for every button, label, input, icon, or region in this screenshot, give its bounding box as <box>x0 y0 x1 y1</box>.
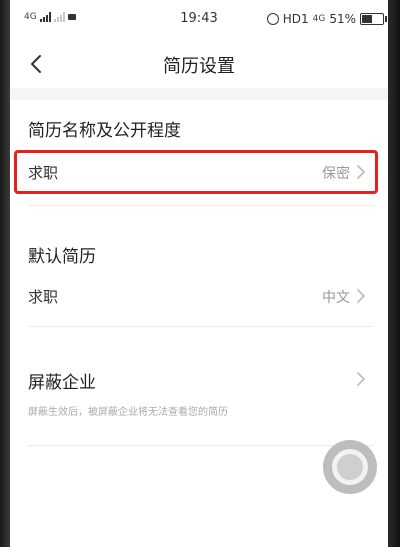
chevron-right-icon <box>357 372 365 386</box>
section-title-block-company: 屏蔽企业 <box>28 373 96 393</box>
hd-label: HD1 <box>282 12 309 26</box>
section-title-name-privacy: 简历名称及公开程度 <box>28 121 181 141</box>
floating-button-ring-icon <box>332 449 368 485</box>
row-label: 求职 <box>28 164 59 182</box>
section-gap <box>10 88 388 100</box>
row-value: 中文 <box>322 290 350 306</box>
divider <box>28 326 374 327</box>
chevron-right-icon <box>357 289 365 303</box>
net-small-label: 4G <box>312 14 326 24</box>
app-screen: 4G 19:43 HD1 4G 51% 简历设置 简历名称及公开程度 求职 保密… <box>10 0 388 547</box>
row-resume-privacy[interactable]: 求职 保密 <box>10 150 388 194</box>
row-value: 保密 <box>322 166 350 182</box>
battery-percent: 51% <box>329 12 356 26</box>
divider <box>28 205 374 206</box>
phone-frame: 4G 19:43 HD1 4G 51% 简历设置 简历名称及公开程度 求职 保密… <box>0 0 400 547</box>
status-right: HD1 4G 51% <box>266 12 387 26</box>
alarm-clock-icon <box>266 13 279 25</box>
floating-assistive-button[interactable] <box>323 440 377 494</box>
battery-icon <box>360 13 387 25</box>
status-bar: 4G 19:43 HD1 4G 51% <box>10 0 388 40</box>
chevron-right-icon <box>357 165 365 179</box>
row-label: 求职 <box>28 288 59 306</box>
phone-bezel-left <box>0 0 10 547</box>
nav-bar: 简历设置 <box>10 40 388 88</box>
phone-bezel-right <box>388 0 400 547</box>
section-title-default-resume: 默认简历 <box>28 247 96 267</box>
divider <box>28 445 374 446</box>
page-title: 简历设置 <box>163 56 235 77</box>
row-default-resume[interactable]: 求职 中文 <box>10 274 388 318</box>
block-company-hint: 屏蔽生效后，被屏蔽企业将无法查看您的简历 <box>28 407 228 418</box>
row-block-company[interactable]: 屏蔽企业 <box>10 360 388 404</box>
